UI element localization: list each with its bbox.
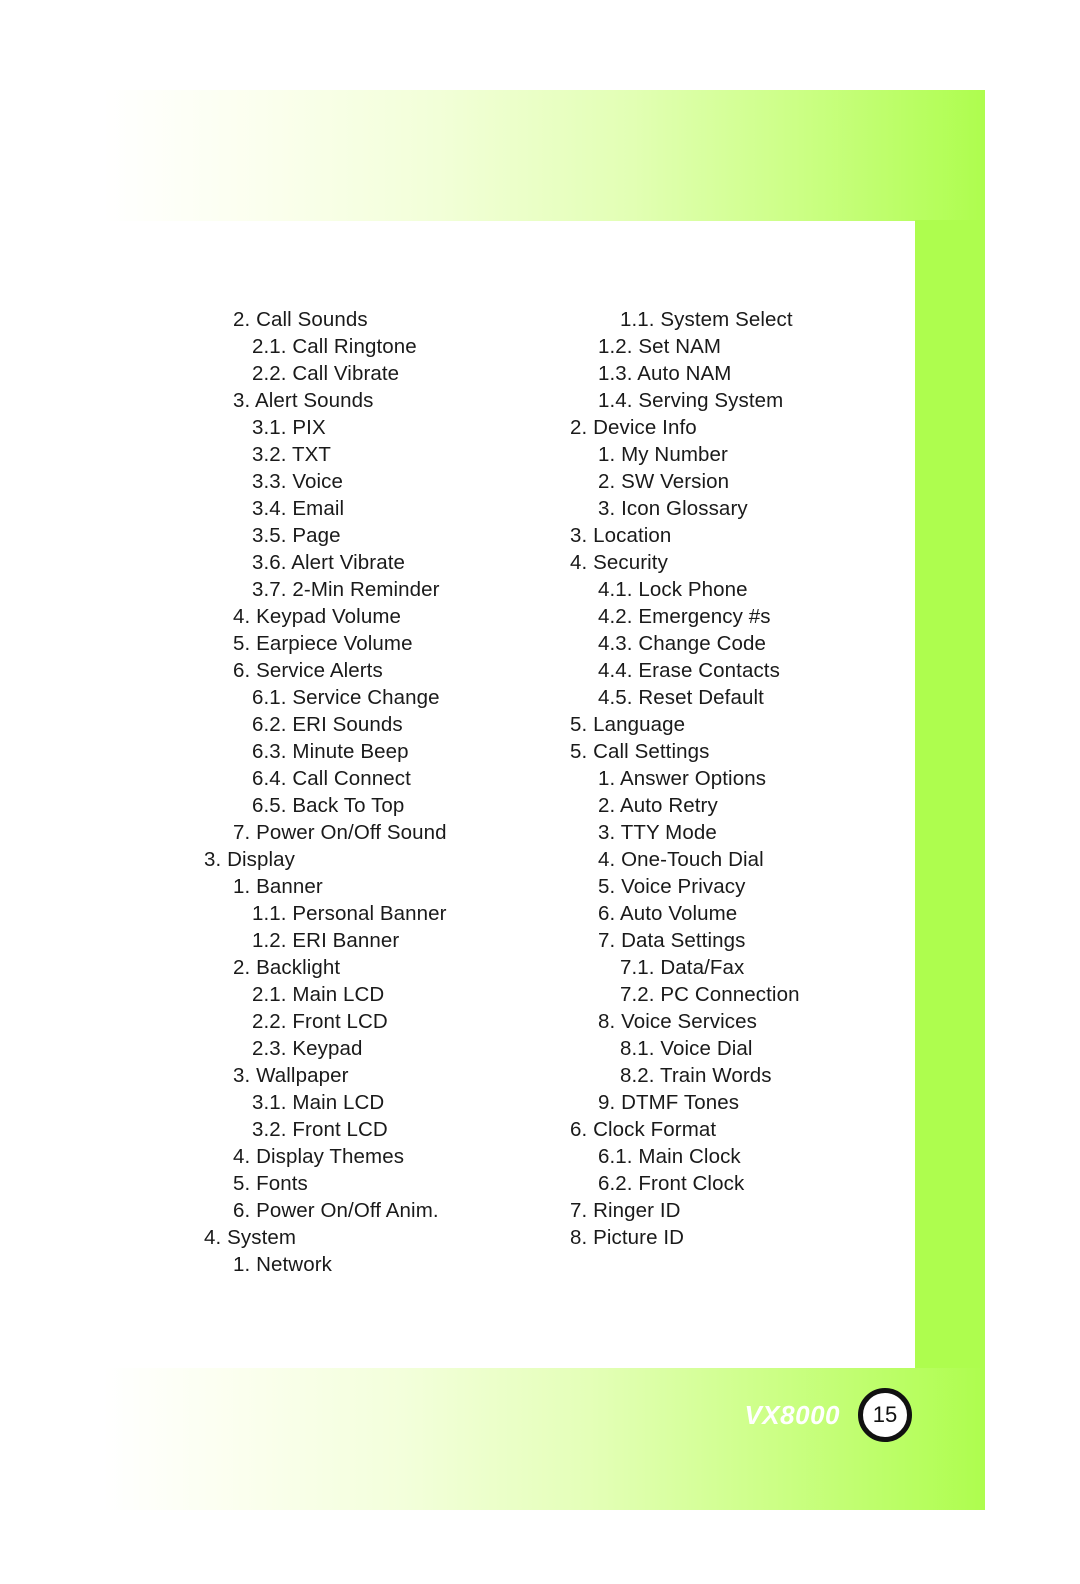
model-name-label: VX8000	[744, 1399, 840, 1430]
menu-right-item: 2. Device Info	[570, 416, 697, 439]
menu-right-item: 4.2. Emergency #s	[598, 605, 771, 628]
menu-right-item: 6.1. Main Clock	[598, 1145, 741, 1168]
menu-right-item: 4.3. Change Code	[598, 632, 767, 655]
menu-left-item: 3.7. 2-Min Reminder	[252, 578, 440, 601]
menu-left-item: 2. Backlight	[233, 956, 341, 979]
menu-left-item: 3. Alert Sounds	[233, 389, 374, 412]
menu-left-item: 5. Fonts	[233, 1172, 308, 1195]
menu-right-item: 1.3. Auto NAM	[598, 362, 732, 385]
menu-left-item: 3.2. TXT	[252, 443, 332, 466]
menu-column-left: 2. Call Sounds 2.1. Call Ringtone 2.2. Cal…	[204, 306, 447, 1278]
menu-left-item: 2.3. Keypad	[252, 1037, 363, 1060]
menu-left-item: 6.1. Service Change	[252, 686, 440, 709]
menu-left-item: 2. Call Sounds	[233, 308, 368, 331]
menu-right-item: 8.2. Train Words	[620, 1064, 772, 1087]
menu-right-item: 4. One-Touch Dial	[598, 848, 764, 871]
menu-left-item: 3.6. Alert Vibrate	[252, 551, 405, 574]
menu-left-item: 4. Keypad Volume	[233, 605, 401, 628]
menu-column-right: 1.1. System Select 1.2. Set NAM 1.3. Auto …	[542, 306, 800, 1251]
menu-left-item: 4. System	[204, 1226, 297, 1249]
page-number-badge: 15	[858, 1388, 912, 1442]
menu-right-item: 1.4. Serving System	[598, 389, 784, 412]
menu-left-item: 3.2. Front LCD	[252, 1118, 388, 1141]
menu-right-item: 1. Answer Options	[598, 767, 767, 790]
menu-left-item: 3. Wallpaper	[233, 1064, 349, 1087]
menu-left-item: 1. Network	[233, 1253, 332, 1276]
menu-right-item: 7.2. PC Connection	[620, 983, 800, 1006]
menu-right-item: 4.5. Reset Default	[598, 686, 764, 709]
menu-right-item: 8.1. Voice Dial	[620, 1037, 753, 1060]
manual-page: 2. Call Sounds 2.1. Call Ringtone 2.2. Cal…	[0, 0, 1080, 1584]
menu-left-item: 6.3. Minute Beep	[252, 740, 409, 763]
menu-right-item: 8. Voice Services	[598, 1010, 757, 1033]
menu-left-item: 3.3. Voice	[252, 470, 344, 493]
menu-right-item: 3. Icon Glossary	[598, 497, 748, 520]
menu-left-item: 2.1. Call Ringtone	[252, 335, 417, 358]
menu-right-item: 2. Auto Retry	[598, 794, 718, 817]
menu-right-item: 4. Security	[570, 551, 668, 574]
menu-left-item: 3. Display	[204, 848, 296, 871]
menu-right-item: 3. Location	[570, 524, 672, 547]
menu-right-item: 5. Voice Privacy	[598, 875, 746, 898]
menu-left-item: 2.2. Call Vibrate	[252, 362, 400, 385]
menu-right-item: 1.1. System Select	[620, 308, 793, 331]
menu-left-item: 2.1. Main LCD	[252, 983, 385, 1006]
menu-right-item: 8. Picture ID	[570, 1226, 685, 1249]
menu-left-item: 7. Power On/Off Sound	[233, 821, 447, 844]
menu-right-item: 6.2. Front Clock	[598, 1172, 745, 1195]
menu-right-item: 4.4. Erase Contacts	[598, 659, 780, 682]
menu-right-item: 6. Clock Format	[570, 1118, 717, 1141]
menu-left-item: 5. Earpiece Volume	[233, 632, 413, 655]
menu-right-item: 7.1. Data/Fax	[620, 956, 745, 979]
menu-left-item: 1. Banner	[233, 875, 323, 898]
menu-right-item: 5. Language	[570, 713, 686, 736]
menu-left-item: 6. Power On/Off Anim.	[233, 1199, 439, 1222]
menu-right-item: 7. Data Settings	[598, 929, 746, 952]
menu-right-item: 9. DTMF Tones	[598, 1091, 740, 1114]
menu-right-item: 7. Ringer ID	[570, 1199, 681, 1222]
menu-left-item: 6. Service Alerts	[233, 659, 383, 682]
menu-left-item: 6.5. Back To Top	[252, 794, 405, 817]
menu-left-item: 4. Display Themes	[233, 1145, 405, 1168]
menu-right-item: 6. Auto Volume	[598, 902, 738, 925]
menu-right-item: 1. My Number	[598, 443, 728, 466]
menu-left-item: 1.2. ERI Banner	[252, 929, 400, 952]
menu-right-item: 2. SW Version	[598, 470, 730, 493]
menu-right-item: 1.2. Set NAM	[598, 335, 722, 358]
menu-right-item: 5. Call Settings	[570, 740, 710, 763]
page-footer: VX8000 15	[0, 1370, 985, 1460]
menu-right-item: 3. TTY Mode	[598, 821, 717, 844]
menu-left-item: 2.2. Front LCD	[252, 1010, 388, 1033]
menu-left-item: 3.4. Email	[252, 497, 345, 520]
menu-right-item: 4.1. Lock Phone	[598, 578, 748, 601]
menu-left-item: 3.1. PIX	[252, 416, 326, 439]
menu-left-item: 3.5. Page	[252, 524, 341, 547]
menu-outline: 2. Call Sounds 2.1. Call Ringtone 2.2. Cal…	[0, 0, 1080, 1584]
menu-left-item: 3.1. Main LCD	[252, 1091, 385, 1114]
menu-left-item: 1.1. Personal Banner	[252, 902, 447, 925]
menu-left-item: 6.2. ERI Sounds	[252, 713, 403, 736]
menu-left-item: 6.4. Call Connect	[252, 767, 411, 790]
